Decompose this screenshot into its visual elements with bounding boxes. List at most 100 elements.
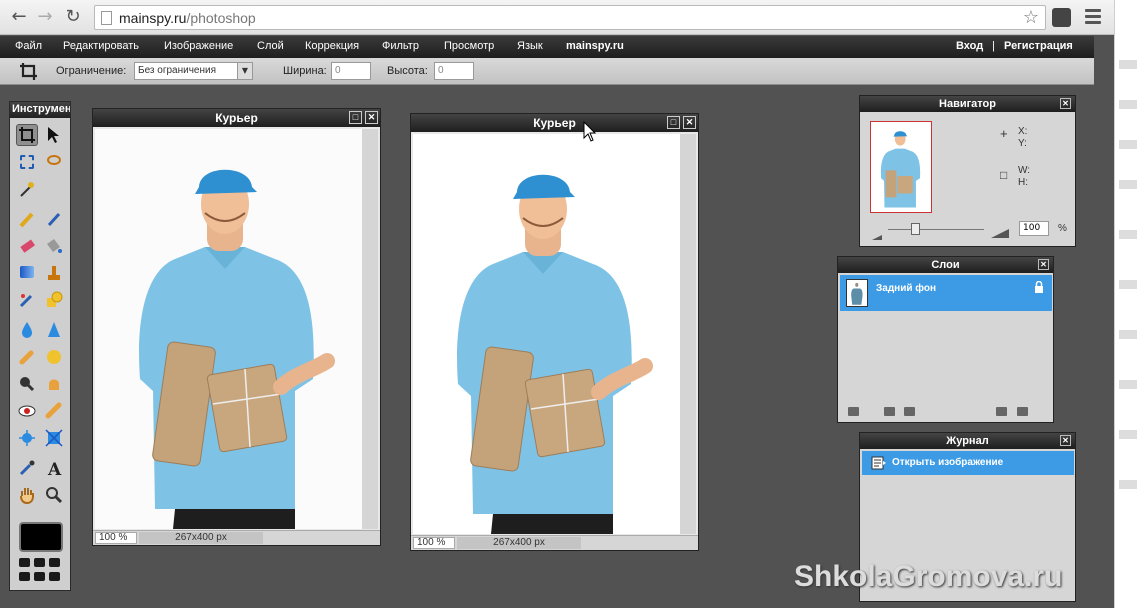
back-arrow-icon[interactable]: ← [8, 6, 30, 28]
document-status-1: 100 % 267x400 px [93, 530, 380, 545]
zoom-out-icon[interactable] [872, 225, 882, 240]
burn-tool-icon[interactable] [43, 373, 65, 395]
sharpen-tool-icon[interactable] [43, 319, 65, 341]
magic-wand-icon[interactable] [16, 178, 38, 200]
width-label: Ширина: [283, 65, 327, 77]
hand-tool-icon[interactable] [16, 484, 38, 506]
menu-file[interactable]: Файл [15, 40, 42, 52]
background-swatches[interactable] [19, 558, 65, 586]
eraser-tool-icon[interactable] [16, 235, 38, 257]
menu-adjustment[interactable]: Коррекция [305, 40, 359, 52]
address-bar[interactable]: mainspy.ru/photoshop ☆ [94, 5, 1046, 30]
sponge-tool-icon[interactable] [43, 346, 65, 368]
options-bar: Ограничение: Без ограничения ▼ Ширина: 0… [0, 58, 1094, 85]
maximize-icon[interactable]: □ [349, 111, 362, 124]
document-window-2[interactable]: Курьер □ ✕ 100 % 267x400 px [410, 113, 699, 551]
zoom-in-icon[interactable] [991, 223, 1009, 238]
document-title-text-2: Курьер [533, 116, 576, 130]
paint-bucket-icon[interactable] [43, 235, 65, 257]
marquee-tool-icon[interactable] [16, 151, 38, 173]
layer-mask-icon[interactable] [884, 407, 895, 416]
reload-icon[interactable]: ↻ [62, 6, 84, 28]
vertical-scrollbar-1[interactable] [362, 129, 378, 529]
login-link[interactable]: Вход [956, 40, 983, 52]
tools-panel: Инструменты A [9, 101, 71, 591]
height-field[interactable]: 0 [434, 62, 474, 80]
extension-icon[interactable] [1052, 8, 1071, 27]
zoom-slider-track[interactable] [888, 229, 984, 230]
history-title[interactable]: Журнал ✕ [860, 433, 1075, 449]
crop-icon[interactable] [19, 62, 39, 81]
document-title-2[interactable]: Курьер □ ✕ [411, 114, 698, 132]
layer-properties-icon[interactable] [848, 407, 859, 416]
document-canvas-2[interactable] [413, 134, 680, 534]
menu-view[interactable]: Просмотр [444, 40, 494, 52]
menu-edit[interactable]: Редактировать [63, 40, 139, 52]
spot-heal-icon[interactable] [43, 400, 65, 422]
menu-separator: | [992, 40, 995, 52]
eyedropper-icon[interactable] [16, 457, 38, 479]
color-replace-icon[interactable] [16, 289, 38, 311]
courier-photo [95, 129, 362, 529]
history-item[interactable]: Открыть изображение [862, 451, 1074, 475]
navigator-zoom-field[interactable]: 100 [1019, 221, 1049, 236]
document-window-1[interactable]: Курьер □ ✕ 100 % 267x400 px [92, 108, 381, 546]
navigator-title[interactable]: Навигатор ✕ [860, 96, 1075, 112]
smudge-tool-icon[interactable] [16, 346, 38, 368]
red-eye-tool-icon[interactable] [16, 400, 38, 422]
close-icon[interactable]: ✕ [365, 111, 378, 124]
lock-icon[interactable] [1034, 281, 1044, 293]
navigator-thumbnail[interactable] [870, 121, 932, 213]
tools-title: Инструменты [10, 102, 70, 118]
shape-tool-icon[interactable] [43, 289, 65, 311]
gradient-tool-icon[interactable] [16, 262, 38, 284]
menu-language[interactable]: Язык [517, 40, 543, 52]
delete-layer-icon[interactable] [1017, 407, 1028, 416]
dodge-tool-icon[interactable] [16, 373, 38, 395]
width-field[interactable]: 0 [331, 62, 371, 80]
close-icon[interactable]: ✕ [1060, 98, 1071, 109]
layer-name: Задний фон [876, 283, 937, 294]
layer-item[interactable]: Задний фон [840, 275, 1052, 311]
zoom-tool-icon[interactable] [43, 484, 65, 506]
foreground-color-swatch[interactable] [19, 522, 63, 552]
text-tool-icon[interactable]: A [43, 457, 65, 479]
menu-site[interactable]: mainspy.ru [566, 40, 624, 52]
layer-styles-icon[interactable] [904, 407, 915, 416]
vertical-scrollbar-2[interactable] [680, 134, 696, 534]
forward-arrow-icon[interactable]: → [34, 6, 56, 28]
percent-label: % [1058, 223, 1067, 234]
document-title-1[interactable]: Курьер □ ✕ [93, 109, 380, 127]
maximize-icon[interactable]: □ [667, 116, 680, 129]
app-root: ← → ↻ mainspy.ru/photoshop ☆ Файл Редакт… [0, 0, 1140, 608]
url-host: mainspy.ru [119, 10, 187, 26]
brush-tool-icon[interactable] [43, 208, 65, 230]
w-label: W: [1018, 165, 1031, 176]
close-icon[interactable]: ✕ [1060, 435, 1071, 446]
menu-filter[interactable]: Фильтр [382, 40, 419, 52]
move-tool-icon[interactable] [43, 124, 65, 146]
zoom-level-2[interactable]: 100 % [413, 537, 455, 549]
menu-image[interactable]: Изображение [164, 40, 233, 52]
constraint-label: Ограничение: [56, 65, 127, 77]
close-icon[interactable]: ✕ [1038, 259, 1049, 270]
stamp-tool-icon[interactable] [43, 262, 65, 284]
document-canvas-1[interactable] [95, 129, 362, 529]
chevron-down-icon[interactable]: ▼ [237, 62, 253, 80]
register-link[interactable]: Регистрация [1004, 40, 1073, 52]
crop-tool-icon[interactable] [16, 124, 38, 146]
pencil-tool-icon[interactable] [16, 208, 38, 230]
bookmark-star-icon[interactable]: ☆ [1023, 7, 1039, 28]
constraint-select[interactable]: Без ограничения [134, 62, 238, 80]
menu-layer[interactable]: Слой [257, 40, 284, 52]
zoom-level-1[interactable]: 100 % [95, 532, 137, 544]
settings-menu-icon[interactable] [1083, 6, 1103, 28]
lasso-tool-icon[interactable] [43, 151, 65, 173]
zoom-slider-handle[interactable] [911, 223, 920, 235]
blur-tool-icon[interactable] [16, 319, 38, 341]
pinch-tool-icon[interactable] [43, 427, 65, 449]
layers-title[interactable]: Слои ✕ [838, 257, 1053, 273]
close-icon[interactable]: ✕ [683, 116, 696, 129]
bloat-tool-icon[interactable] [16, 427, 38, 449]
new-layer-icon[interactable] [996, 407, 1007, 416]
